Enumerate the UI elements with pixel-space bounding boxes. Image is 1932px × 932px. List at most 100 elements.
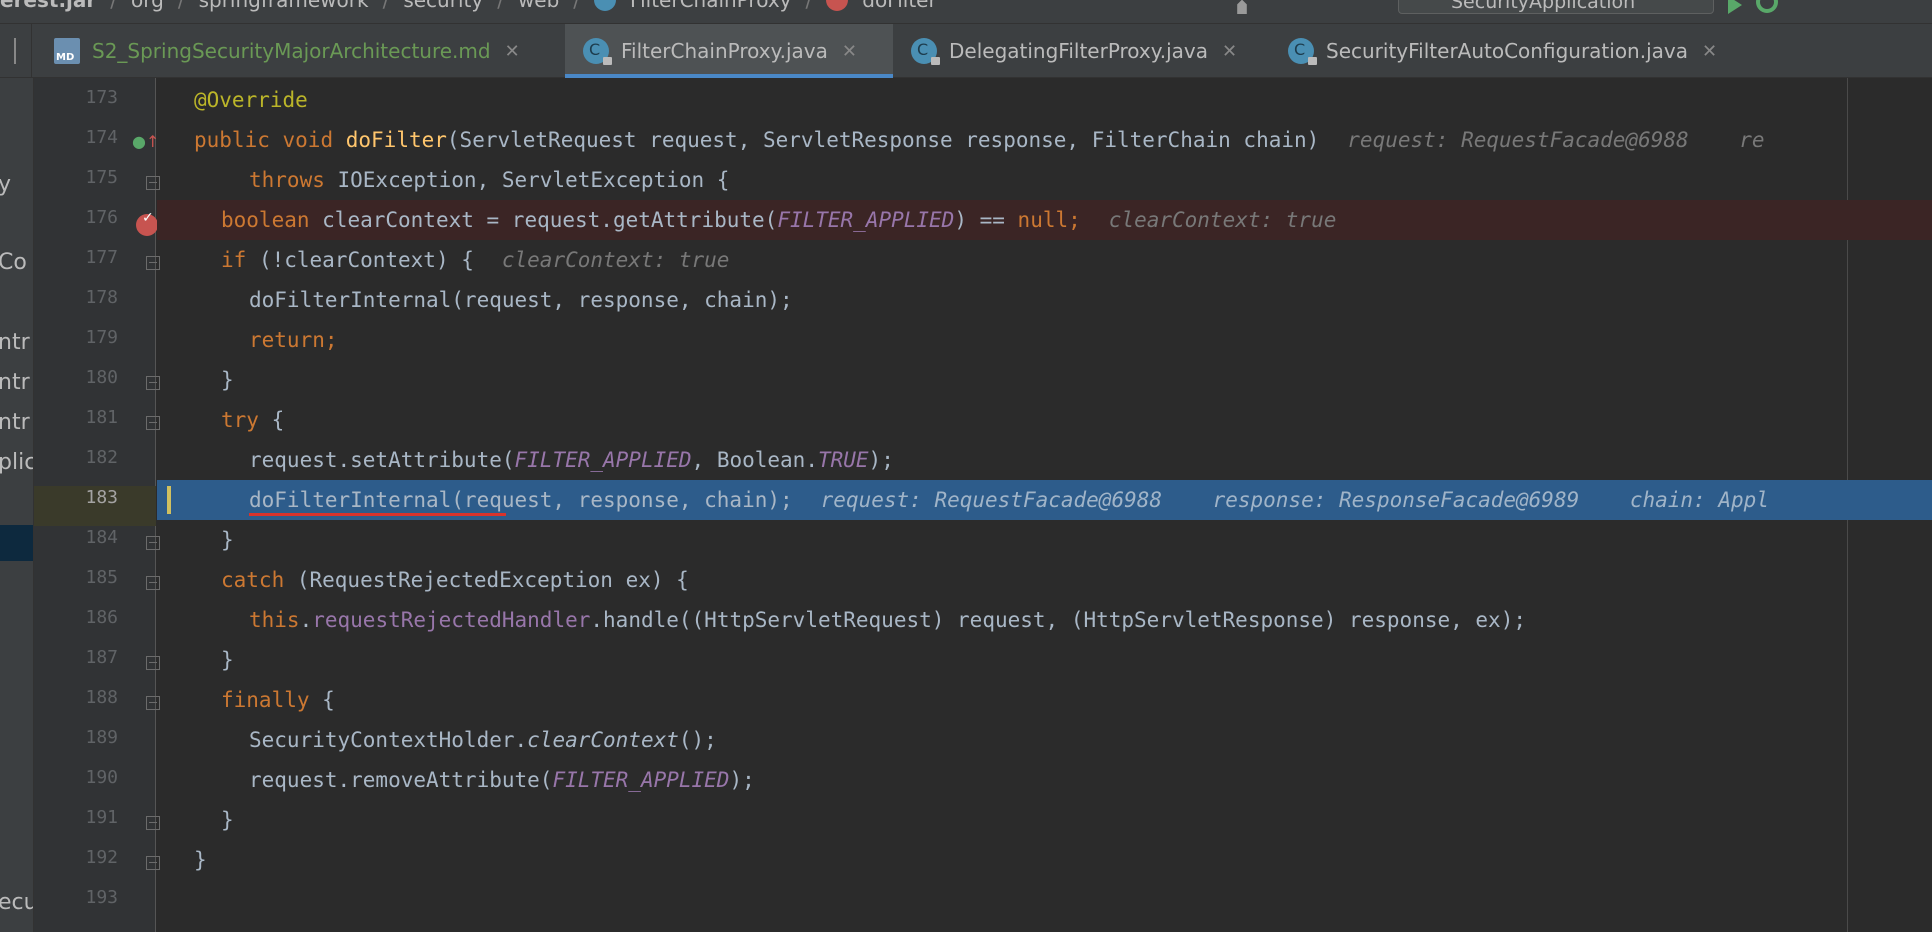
breadcrumb-separator: / — [382, 0, 390, 12]
code-line-176-breakpoint[interactable]: boolean clearContext = request.getAttrib… — [157, 200, 1932, 240]
breadcrumb-item[interactable]: security — [403, 0, 483, 12]
run-configuration-select[interactable]: SecurityApplication — [1398, 0, 1714, 14]
line-number: 178 — [85, 287, 118, 308]
code-line-187[interactable]: } — [157, 640, 1932, 680]
run-icon[interactable] — [1728, 0, 1742, 14]
error-underline — [249, 513, 506, 516]
code-line-185[interactable]: catch (RequestRejectedException ex) { — [157, 560, 1932, 600]
code-line-173[interactable]: @Override — [157, 80, 1932, 120]
line-number: 177 — [85, 247, 118, 268]
code-text: request.setAttribute(FILTER_APPLIED, Boo… — [249, 440, 894, 480]
method-icon — [826, 0, 849, 11]
close-icon[interactable]: ✕ — [1222, 41, 1237, 62]
code-plain: .handle((HttpServletRequest) request, (H… — [590, 608, 1526, 632]
code-line-184[interactable]: } — [157, 520, 1932, 560]
code-text: catch (RequestRejectedException ex) { — [221, 560, 689, 600]
breadcrumb-item[interactable]: springframework — [199, 0, 369, 12]
user-icon[interactable] — [1237, 0, 1247, 14]
code-field: requestRejectedHandler — [312, 608, 591, 632]
code-line-174[interactable]: public void doFilter(ServletRequest requ… — [157, 120, 1932, 160]
tab-delegating-filter-proxy[interactable]: DelegatingFilterProxy.java ✕ — [893, 24, 1261, 78]
toolbar-actions: SecurityApplication — [1230, 0, 1778, 14]
breadcrumb-item[interactable]: erest.jar — [0, 0, 96, 12]
code-editor[interactable]: @Override public void doFilter(ServletRe… — [157, 78, 1932, 932]
code-line-179[interactable]: return; — [157, 320, 1932, 360]
project-tree-item[interactable]: ecu — [0, 890, 33, 915]
code-constant: FILTER_APPLIED — [552, 768, 730, 792]
project-tree-item[interactable]: ntr — [0, 330, 30, 355]
code-line-189[interactable]: SecurityContextHolder.clearContext(); — [157, 720, 1932, 760]
breadcrumb: erest.jar / org / springframework / secu… — [0, 0, 937, 12]
line-number: 176 — [85, 207, 118, 228]
breakpoint-icon[interactable] — [136, 210, 158, 236]
inline-debug-hint: clearContext: true — [501, 248, 730, 272]
code-line-193[interactable] — [157, 880, 1932, 920]
project-tree-item[interactable]: ntr — [0, 410, 30, 435]
tab-list-toggle[interactable] — [0, 24, 32, 78]
markdown-file-icon — [54, 38, 80, 64]
selected-tree-row[interactable] — [0, 525, 33, 561]
code-plain: } — [194, 848, 207, 872]
code-plain: ); — [729, 768, 755, 792]
code-plain: ; — [1068, 208, 1081, 232]
tab-label: DelegatingFilterProxy.java — [949, 39, 1209, 63]
code-text: public void doFilter(ServletRequest requ… — [194, 120, 1765, 160]
code-line-190[interactable]: request.removeAttribute(FILTER_APPLIED); — [157, 760, 1932, 800]
code-line-191[interactable]: } — [157, 800, 1932, 840]
close-icon[interactable]: ✕ — [505, 41, 520, 62]
line-number: 191 — [85, 807, 118, 828]
tab-filter-chain-proxy[interactable]: FilterChainProxy.java ✕ — [565, 24, 893, 78]
code-plain: ) == — [954, 208, 1018, 232]
code-line-192[interactable]: } — [157, 840, 1932, 880]
tab-label: S2_SpringSecurityMajorArchitecture.md — [92, 39, 491, 63]
code-keyword: this — [249, 608, 300, 632]
tab-security-filter-auto-configuration[interactable]: SecurityFilterAutoConfiguration.java ✕ — [1270, 24, 1760, 78]
project-tree-item[interactable]: ntr — [0, 370, 30, 395]
project-tree-item[interactable]: y — [0, 172, 11, 197]
line-number: 180 — [85, 367, 118, 388]
project-tree-item[interactable]: plic — [0, 450, 33, 475]
implements-method-icon[interactable]: ●↑ — [132, 132, 159, 151]
tab-s2-spring-security-md[interactable]: S2_SpringSecurityMajorArchitecture.md ✕ — [36, 24, 558, 78]
code-plain: (!clearContext) { — [246, 248, 474, 272]
project-panel: y Co ntr ntr ntr plic ecu — [0, 78, 34, 932]
code-plain: { — [258, 408, 285, 432]
code-line-181[interactable]: try { — [157, 400, 1932, 440]
class-icon — [594, 0, 617, 11]
code-line-177[interactable]: if (!clearContext) {clearContext: true — [157, 240, 1932, 280]
code-line-175[interactable]: throws IOException, ServletException { — [157, 160, 1932, 200]
inline-debug-hint: clearContext: true — [1108, 208, 1337, 232]
line-number: 174 — [85, 127, 118, 148]
code-text: finally { — [221, 680, 335, 720]
code-line-178[interactable]: doFilterInternal(request, response, chai… — [157, 280, 1932, 320]
debug-icon[interactable] — [1756, 0, 1778, 13]
breadcrumb-item[interactable]: doFilter — [862, 0, 936, 12]
code-text: request.removeAttribute(FILTER_APPLIED); — [249, 760, 755, 800]
breadcrumb-item[interactable]: FilterChainProxy — [630, 0, 791, 12]
java-class-icon — [911, 38, 940, 65]
code-line-186[interactable]: this.requestRejectedHandler.handle((Http… — [157, 600, 1932, 640]
code-plain: doFilterInternal(request, response, chai… — [249, 488, 793, 512]
line-number: 184 — [85, 527, 118, 548]
breadcrumb-item[interactable]: org — [131, 0, 164, 12]
code-text: try { — [221, 400, 284, 440]
code-keyword: catch — [221, 568, 285, 592]
code-keyword: boolean — [221, 208, 310, 232]
code-text: if (!clearContext) {clearContext: true — [221, 240, 729, 280]
close-icon[interactable]: ✕ — [1702, 41, 1717, 62]
code-method-name: doFilter — [345, 128, 447, 152]
code-static-method: clearContext — [527, 728, 679, 752]
line-number: 173 — [85, 87, 118, 108]
project-tree-item[interactable]: Co — [0, 250, 27, 275]
code-plain: request.removeAttribute( — [249, 768, 553, 792]
code-line-182[interactable]: request.setAttribute(FILTER_APPLIED, Boo… — [157, 440, 1932, 480]
code-line-188[interactable]: finally { — [157, 680, 1932, 720]
editor-gutter[interactable]: 173 174 175 176 177 178 179 180 181 182 … — [34, 78, 160, 932]
code-plain: clearContext = request.getAttribute( — [309, 208, 778, 232]
code-line-183-execution-point[interactable]: doFilterInternal(request, response, chai… — [157, 480, 1932, 520]
breadcrumb-separator: / — [110, 0, 118, 12]
line-number: 188 — [85, 687, 118, 708]
breadcrumb-item[interactable]: web — [518, 0, 559, 12]
close-icon[interactable]: ✕ — [842, 41, 857, 62]
code-line-180[interactable]: } — [157, 360, 1932, 400]
